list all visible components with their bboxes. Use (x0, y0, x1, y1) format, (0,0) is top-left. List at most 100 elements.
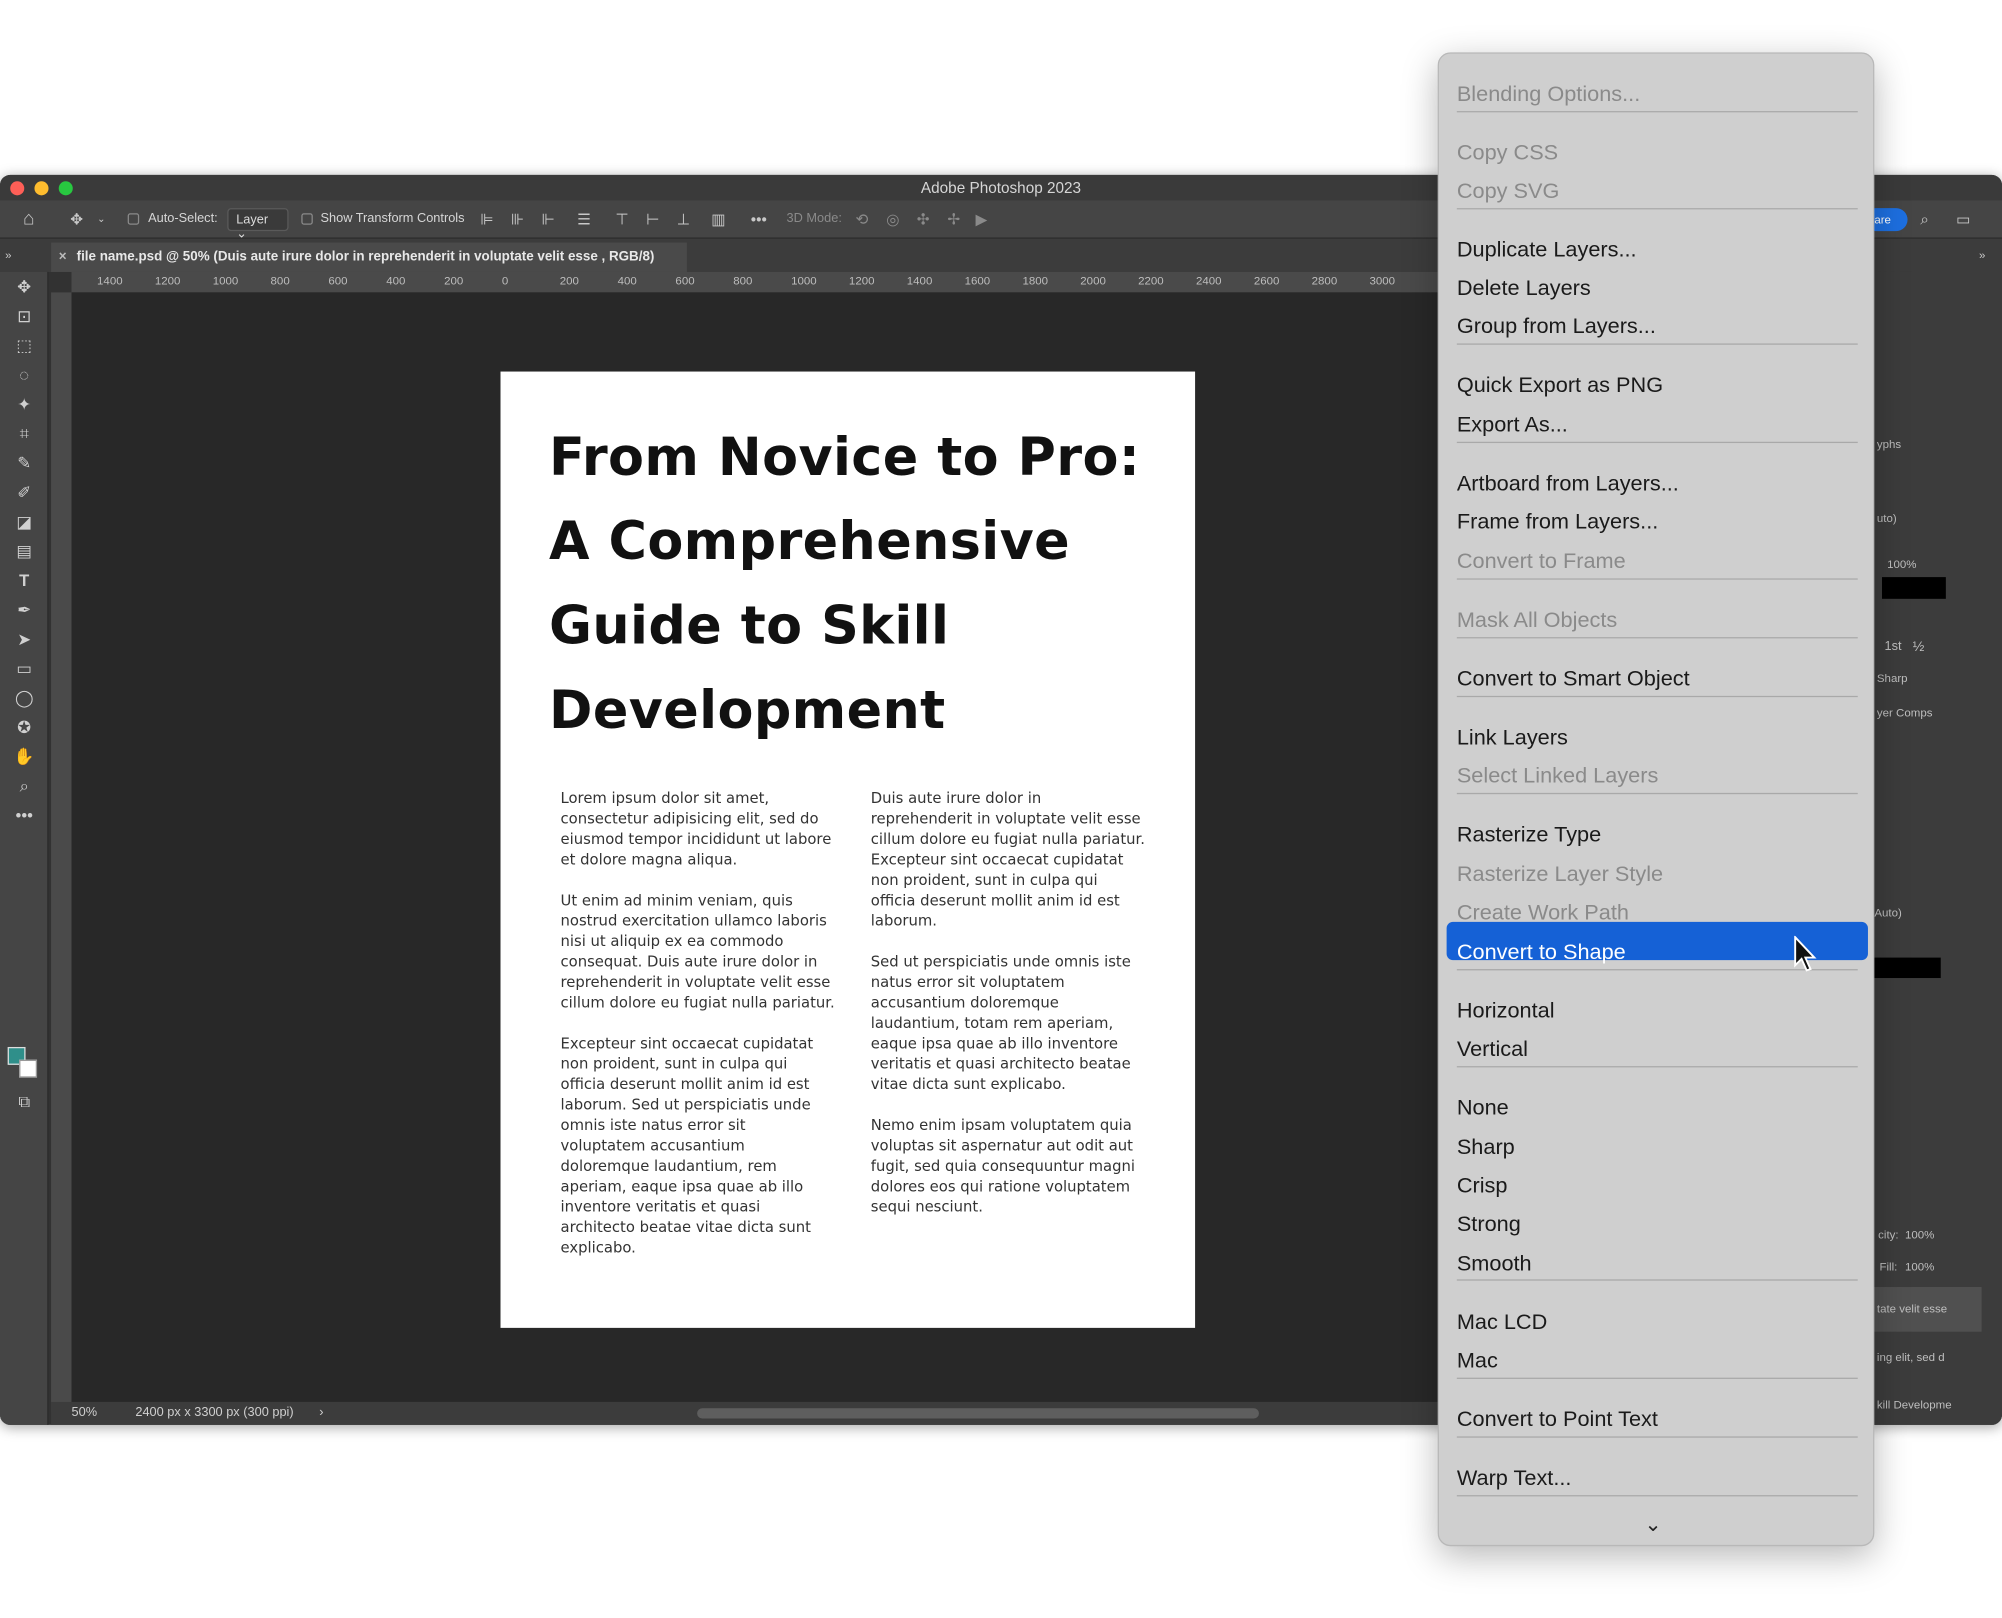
menu-item-rasterize-type[interactable]: Rasterize Type (1457, 822, 1601, 848)
document-page[interactable]: From Novice to Pro: A Comprehensive Guid… (500, 371, 1196, 1328)
menu-item-group-from-layers[interactable]: Group from Layers... (1457, 314, 1656, 340)
document-tab[interactable]: × file name.psd @ 50% (Duis aute irure d… (51, 242, 687, 272)
ruler-tick-label: 1800 (1022, 274, 1049, 288)
gradient-tool-icon[interactable]: ▤ (11, 539, 37, 565)
eyedropper-tool-icon[interactable]: ✎ (11, 451, 37, 477)
chevron-down-icon[interactable]: ⌄ (1645, 1512, 1662, 1538)
close-window-button[interactable] (10, 181, 25, 196)
3d-pan-icon[interactable]: ✣ (917, 211, 930, 229)
3d-camera-icon[interactable]: ▶ (975, 211, 987, 229)
fill-value[interactable]: 100% (1905, 1260, 1934, 1273)
layer-name-2[interactable]: ing elit, sed d (1877, 1351, 1945, 1364)
move-tool-icon[interactable]: ✥ (11, 275, 37, 301)
artboard-tool-icon[interactable]: ⊡ (11, 304, 37, 330)
menu-item-duplicate-layers[interactable]: Duplicate Layers... (1457, 237, 1637, 263)
menu-item-horizontal[interactable]: Horizontal (1457, 998, 1555, 1024)
text-column-left[interactable]: Lorem ipsum dolor sit amet, consectetur … (561, 788, 836, 1278)
layer-comps-tab[interactable]: yer Comps (1877, 706, 1933, 719)
edit-toolbar-icon[interactable]: ••• (11, 803, 37, 829)
path-selection-tool-icon[interactable]: ➤ (11, 627, 37, 653)
menu-item-frame-from-layers[interactable]: Frame from Layers... (1457, 509, 1658, 535)
background-color-swatch[interactable] (19, 1059, 38, 1078)
layer-name-3[interactable]: kill Developme (1877, 1398, 1952, 1411)
horizontal-scale-value[interactable]: 100% (1887, 558, 1916, 571)
menu-item-convert-to-point-text[interactable]: Convert to Point Text (1457, 1407, 1658, 1433)
menu-item-export-as[interactable]: Export As... (1457, 412, 1568, 438)
auto-select-checkbox[interactable] (127, 213, 140, 225)
zoom-window-button[interactable] (58, 181, 73, 196)
layer-name-1[interactable]: tate velit esse (1877, 1302, 1947, 1315)
brush-tool-icon[interactable]: ✐ (11, 480, 37, 506)
eraser-tool-icon[interactable]: ◪ (11, 509, 37, 535)
type-tool-icon[interactable]: T (11, 568, 37, 594)
close-tab-icon[interactable]: × (59, 243, 67, 272)
align-top-icon[interactable]: ⊤ (615, 211, 628, 229)
menu-item-mac[interactable]: Mac (1457, 1348, 1498, 1374)
workspace-icon[interactable]: ▭ (1956, 211, 1970, 229)
font-style-value[interactable]: uto) (1877, 512, 1897, 525)
ruler-tick-label: 1400 (97, 274, 123, 288)
menu-item-delete-layers[interactable]: Delete Layers (1457, 276, 1591, 302)
3d-orbit-icon[interactable]: ⟲ (855, 211, 868, 229)
opacity-value[interactable]: 100% (1905, 1228, 1934, 1241)
document-title[interactable]: From Novice to Pro: A Comprehensive Guid… (549, 415, 1162, 752)
custom-shape-tool-icon[interactable]: ✪ (11, 715, 37, 741)
home-icon[interactable]: ⌂ (23, 209, 35, 229)
rectangle-tool-icon[interactable]: ▭ (11, 656, 37, 682)
screen-mode-icon[interactable]: ⧉ (11, 1089, 37, 1115)
menu-item-none[interactable]: None (1457, 1095, 1509, 1121)
menu-item-link-layers[interactable]: Link Layers (1457, 725, 1568, 751)
menu-item-convert-to-shape[interactable]: Convert to Shape (1457, 940, 1626, 966)
distribute-vertical-icon[interactable]: ▥ (711, 211, 725, 229)
title-line-4: Development (549, 679, 946, 741)
zoom-tool-icon[interactable]: ⌕ (11, 774, 37, 800)
menu-item-sharp[interactable]: Sharp (1457, 1135, 1515, 1161)
menu-item-warp-text[interactable]: Warp Text... (1457, 1466, 1572, 1492)
magic-wand-tool-icon[interactable]: ✦ (11, 392, 37, 418)
auto-select-dropdown[interactable]: Layer ⌄ (227, 208, 289, 241)
menu-item-vertical[interactable]: Vertical (1457, 1037, 1528, 1063)
show-transform-checkbox[interactable] (301, 213, 313, 225)
3d-roll-icon[interactable]: ◎ (886, 211, 899, 229)
leading-value[interactable]: Auto) (1874, 907, 1901, 920)
text-column-right[interactable]: Duis aute irure dolor in reprehenderit i… (871, 788, 1146, 1237)
align-bottom-icon[interactable]: ⊥ (677, 211, 690, 229)
crop-tool-icon[interactable]: ⌗ (11, 421, 37, 447)
fraction-label[interactable]: ½ (1913, 640, 1925, 655)
glyphs-tab[interactable]: yphs (1877, 438, 1901, 451)
search-icon[interactable]: ⌕ (1920, 211, 1929, 229)
antialias-value[interactable]: Sharp (1877, 672, 1908, 685)
menu-item-strong[interactable]: Strong (1457, 1212, 1521, 1238)
document-dimensions: 2400 px x 3300 px (300 ppi) (135, 1405, 294, 1420)
menu-item-quick-export-as-png[interactable]: Quick Export as PNG (1457, 373, 1663, 399)
ellipse-tool-icon[interactable]: ◯ (11, 686, 37, 712)
align-middle-icon[interactable]: ⊢ (646, 211, 659, 229)
zoom-level[interactable]: 50% (72, 1406, 98, 1420)
align-left-icon[interactable]: ⊫ (480, 211, 493, 229)
pen-tool-icon[interactable]: ✒ (11, 598, 37, 624)
menu-item-crisp[interactable]: Crisp (1457, 1173, 1508, 1199)
text-color-swatch[interactable] (1882, 577, 1946, 599)
lasso-tool-icon[interactable]: ◌ (11, 363, 37, 389)
distribute-icon[interactable]: ☰ (577, 211, 591, 229)
marquee-tool-icon[interactable]: ⬚ (11, 333, 37, 359)
collapse-panels-icon[interactable]: » (5, 246, 11, 264)
menu-item-smooth[interactable]: Smooth (1457, 1251, 1532, 1277)
3d-slide-icon[interactable]: ✢ (947, 211, 960, 229)
tool-preset-chevron-icon[interactable]: ⌄ (97, 211, 106, 229)
menu-item-artboard-from-layers[interactable]: Artboard from Layers... (1457, 471, 1679, 497)
superscript-label[interactable]: 1st (1885, 640, 1902, 654)
ruler-tick-label: 200 (559, 274, 579, 288)
align-right-icon[interactable]: ⊩ (541, 211, 554, 229)
color-swatch-2[interactable] (1874, 957, 1941, 979)
status-expand-icon[interactable]: › (319, 1406, 323, 1420)
align-center-icon[interactable]: ⊪ (511, 211, 524, 229)
horizontal-scrollbar[interactable] (697, 1408, 1259, 1419)
move-tool-icon[interactable]: ✥ (70, 211, 83, 229)
menu-item-convert-to-smart-object[interactable]: Convert to Smart Object (1457, 666, 1690, 692)
expand-panels-icon[interactable]: » (1979, 246, 1985, 264)
minimize-window-button[interactable] (34, 181, 49, 196)
more-options-icon[interactable]: ••• (751, 211, 767, 229)
hand-tool-icon[interactable]: ✋ (11, 744, 37, 770)
menu-item-mac-lcd[interactable]: Mac LCD (1457, 1310, 1547, 1336)
